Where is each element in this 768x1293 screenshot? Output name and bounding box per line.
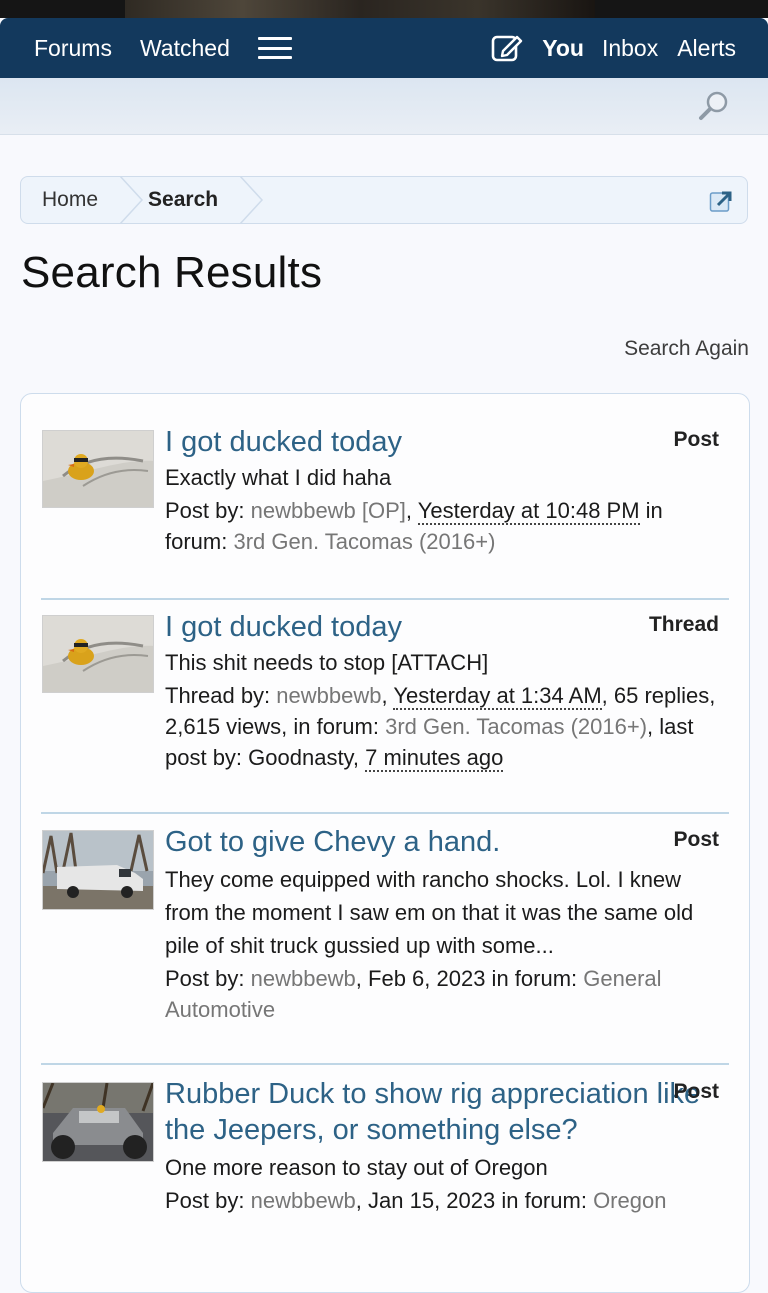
result-title[interactable]: Got to give Chevy a hand. <box>165 824 725 860</box>
result-content: I got ducked today This shit needs to st… <box>165 609 725 773</box>
nav-left: Forums Watched <box>0 18 292 78</box>
meta-forum[interactable]: 3rd Gen. Tacomas (2016+) <box>233 529 495 554</box>
meta-by-label: Post by: <box>165 966 245 991</box>
result-meta: Post by: newbbewb, Feb 6, 2023 in forum:… <box>165 963 725 1025</box>
meta-forum[interactable]: Oregon <box>593 1188 666 1213</box>
breadcrumb: Home Search <box>20 176 748 224</box>
result-content: Rubber Duck to show rig appreciation lik… <box>165 1076 725 1216</box>
nav-forums[interactable]: Forums <box>20 18 126 78</box>
duck-photo-icon <box>43 431 153 507</box>
breadcrumb-home-label: Home <box>42 188 99 211</box>
meta-separator: , <box>381 683 388 708</box>
external-link-icon[interactable] <box>709 189 735 213</box>
result-meta: Post by: newbbewb [OP], Yesterday at 10:… <box>165 495 725 557</box>
meta-last-time[interactable]: 7 minutes ago <box>365 745 504 772</box>
search-again-link[interactable]: Search Again <box>624 337 749 361</box>
nav-alerts[interactable]: Alerts <box>667 18 750 78</box>
nav-bar: Forums Watched You Inbox Alerts <box>0 18 768 78</box>
page-title: Search Results <box>21 248 323 297</box>
breadcrumb-home[interactable]: Home <box>21 176 144 224</box>
duck-photo-icon <box>43 616 153 692</box>
result-thumbnail[interactable] <box>42 430 154 508</box>
menu-icon[interactable] <box>257 37 292 59</box>
search-icon[interactable] <box>698 90 730 122</box>
meta-date: , Jan 15, 2023 in forum: <box>355 1188 587 1213</box>
header-banner <box>0 0 768 18</box>
search-results-list: I got ducked today Exactly what I did ha… <box>20 393 750 1293</box>
result-content: Got to give Chevy a hand. They come equi… <box>165 824 725 1025</box>
result-divider <box>41 598 729 600</box>
result-divider <box>41 1063 729 1065</box>
meta-date: , Feb 6, 2023 in forum: <box>355 966 578 991</box>
result-type-badge: Post <box>673 1080 719 1103</box>
result-title[interactable]: Rubber Duck to show rig appreciation lik… <box>165 1076 725 1148</box>
sub-nav-bar <box>0 78 768 135</box>
result-thumbnail[interactable] <box>42 830 154 910</box>
atv-photo-icon <box>43 1083 153 1161</box>
nav-watched[interactable]: Watched <box>126 18 244 78</box>
result-snippet: They come equipped with rancho shocks. L… <box>165 867 694 958</box>
result-title[interactable]: I got ducked today <box>165 424 725 460</box>
result-snippet: One more reason to stay out of Oregon <box>165 1155 548 1180</box>
meta-author[interactable]: newbbewb <box>251 966 356 991</box>
result-divider <box>41 812 729 814</box>
result-type-badge: Thread <box>648 613 719 636</box>
result-snippet: Exactly what I did haha <box>165 465 392 490</box>
result-type-badge: Post <box>673 428 719 451</box>
nav-right: You Inbox Alerts <box>490 18 768 78</box>
nav-you[interactable]: You <box>528 18 598 78</box>
banner-image <box>125 0 595 18</box>
meta-author[interactable]: newbbewb [OP] <box>251 498 406 523</box>
compose-icon[interactable] <box>490 31 524 65</box>
result-meta: Post by: newbbewb, Jan 15, 2023 in forum… <box>165 1185 725 1216</box>
meta-by-label: Thread by: <box>165 683 271 708</box>
result-thumbnail[interactable] <box>42 615 154 693</box>
result-content: I got ducked today Exactly what I did ha… <box>165 424 725 557</box>
meta-author[interactable]: newbbewb <box>251 1188 356 1213</box>
breadcrumb-search[interactable]: Search <box>134 176 264 224</box>
result-snippet: This shit needs to stop [ATTACH] <box>165 650 489 675</box>
van-photo-icon <box>43 831 153 909</box>
result-type-badge: Post <box>673 828 719 851</box>
meta-date[interactable]: Yesterday at 10:48 PM <box>417 498 640 525</box>
meta-by-label: Post by: <box>165 498 245 523</box>
result-thumbnail[interactable] <box>42 1082 154 1162</box>
meta-separator: , <box>405 498 413 523</box>
meta-author[interactable]: newbbewb <box>276 683 381 708</box>
nav-inbox[interactable]: Inbox <box>598 18 667 78</box>
result-title[interactable]: I got ducked today <box>165 609 725 645</box>
meta-date[interactable]: Yesterday at 1:34 AM <box>393 683 602 710</box>
breadcrumb-separator-icon <box>240 176 264 224</box>
breadcrumb-search-label: Search <box>148 188 219 211</box>
result-meta: Thread by: newbbewb, Yesterday at 1:34 A… <box>165 680 725 773</box>
meta-by-label: Post by: <box>165 1188 245 1213</box>
meta-forum[interactable]: 3rd Gen. Tacomas (2016+) <box>385 714 647 739</box>
